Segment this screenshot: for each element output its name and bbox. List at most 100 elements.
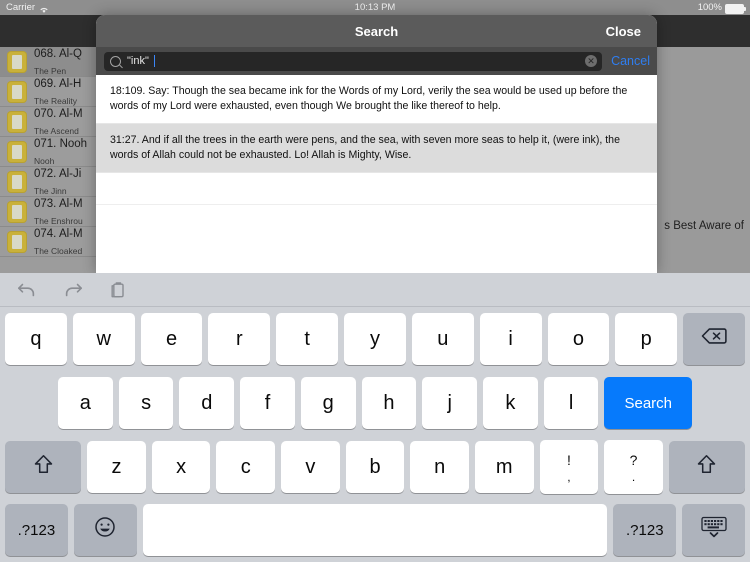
backspace-icon [701, 327, 727, 351]
key-i[interactable]: i [479, 313, 542, 365]
paste-icon[interactable] [108, 280, 130, 300]
book-icon [8, 141, 26, 162]
keyboard-row-1: q w e r t y u i o p [0, 307, 750, 371]
search-modal-header: Search Close [96, 15, 657, 47]
shift-key-right[interactable] [668, 441, 746, 493]
key-l[interactable]: l [543, 377, 599, 429]
key-question-label: ? [629, 452, 638, 468]
close-button[interactable]: Close [606, 24, 641, 39]
list-item-title: 070. Al-M [34, 107, 83, 120]
key-r[interactable]: r [208, 313, 271, 365]
list-item-subtitle: The Cloaked [34, 245, 83, 256]
list-item-title: 068. Al-Q [34, 47, 82, 60]
key-z[interactable]: z [87, 441, 146, 493]
emoji-key[interactable] [73, 504, 137, 556]
key-e[interactable]: e [140, 313, 203, 365]
key-period-label: . [631, 470, 636, 484]
key-v[interactable]: v [281, 441, 340, 493]
status-bar-time: 10:13 PM [354, 2, 396, 13]
key-m[interactable]: m [474, 441, 534, 493]
key-w[interactable]: w [72, 313, 135, 365]
shift-icon [34, 454, 53, 481]
list-item-text: 068. Al-Q The Pen [34, 45, 82, 79]
status-bar-right: 100% [697, 0, 746, 15]
key-question-period[interactable]: ? . [604, 440, 663, 494]
space-key[interactable] [142, 504, 608, 556]
battery-full-icon [725, 3, 746, 14]
shift-icon [697, 454, 716, 481]
list-item-text: 072. Al-Ji The Jinn [34, 165, 81, 199]
key-j[interactable]: j [422, 377, 478, 429]
book-icon [8, 201, 26, 222]
search-input-value: "ink" [127, 55, 149, 67]
list-item-title: 071. Nooh [34, 137, 88, 150]
undo-icon[interactable] [16, 280, 38, 300]
key-q[interactable]: q [5, 313, 67, 365]
backspace-key[interactable] [683, 313, 745, 365]
book-icon [8, 81, 26, 102]
book-icon [8, 171, 26, 192]
list-item-title: 072. Al-Ji [34, 167, 82, 180]
key-exclamation-comma[interactable]: ! , [539, 440, 599, 494]
key-h[interactable]: h [361, 377, 417, 429]
battery-percent-label: 100% [697, 2, 722, 13]
key-t[interactable]: t [276, 313, 339, 365]
screen: Carrier 10:13 PM 100% 068. Al-Q The Pen [0, 0, 750, 562]
book-icon [8, 51, 26, 72]
list-item-title: 069. Al-H [34, 77, 82, 90]
hide-keyboard-icon [700, 515, 728, 545]
keyboard-row-4: .?123 .?123 [0, 499, 750, 561]
modal-title: Search [354, 23, 399, 39]
list-item-text: 073. Al-M The Enshrou [34, 195, 83, 229]
key-d[interactable]: d [179, 377, 235, 429]
key-n[interactable]: n [410, 441, 469, 493]
list-item-text: 069. Al-H The Reality [34, 75, 81, 109]
key-exclamation-label: ! [566, 452, 571, 468]
numeric-key-right[interactable]: .?123 [613, 504, 677, 556]
search-result-row-empty [96, 205, 657, 236]
search-key[interactable]: Search [604, 377, 693, 429]
clear-circle-icon[interactable]: ✕ [585, 55, 598, 67]
key-k[interactable]: k [483, 377, 538, 429]
redo-icon[interactable] [62, 280, 84, 300]
cancel-button[interactable]: Cancel [609, 54, 657, 68]
book-icon [8, 111, 26, 132]
search-input[interactable]: "ink" ✕ [104, 51, 603, 71]
key-g[interactable]: g [300, 377, 356, 429]
onscreen-keyboard: q w e r t y u i o p a s d f g h j k l Se… [0, 273, 750, 562]
search-result-row[interactable]: 18:109. Say: Though the sea became ink f… [96, 75, 657, 125]
list-item-text: 070. Al-M The Ascend [34, 105, 83, 139]
emoji-icon [94, 516, 116, 544]
shift-key-left[interactable] [5, 441, 82, 493]
key-a[interactable]: a [58, 377, 113, 429]
key-p[interactable]: p [615, 313, 678, 365]
list-item-title: 074. Al-M [34, 227, 83, 240]
search-modal: Search Close "ink" ✕ Cancel 18:109. Say:… [96, 15, 657, 273]
key-s[interactable]: s [118, 377, 174, 429]
keyboard-toolbar [0, 273, 750, 307]
search-results-list[interactable]: 18:109. Say: Though the sea became ink f… [96, 75, 657, 273]
key-comma-label: , [567, 470, 571, 484]
status-bar: Carrier 10:13 PM 100% [0, 0, 750, 15]
keyboard-row-3: z x c v b n m ! , ? . [0, 435, 750, 499]
list-item-text: 071. Nooh Nooh [34, 135, 87, 169]
numeric-key-left[interactable]: .?123 [5, 504, 68, 556]
background-verse-text: s Best Aware of [664, 220, 744, 232]
hide-keyboard-key[interactable] [682, 504, 746, 556]
search-bar: "ink" ✕ Cancel [96, 47, 657, 75]
list-item-title: 073. Al-M [34, 197, 83, 210]
keyboard-row-2: a s d f g h j k l Search [0, 371, 750, 435]
key-u[interactable]: u [411, 313, 474, 365]
key-y[interactable]: y [344, 313, 406, 365]
search-result-row[interactable]: 31:27. And if all the trees in the earth… [96, 124, 657, 174]
search-result-row-empty [96, 173, 657, 206]
search-icon [110, 55, 121, 67]
book-icon [8, 231, 26, 252]
key-b[interactable]: b [345, 441, 405, 493]
key-f[interactable]: f [240, 377, 295, 429]
text-caret [153, 55, 156, 67]
key-x[interactable]: x [151, 441, 211, 493]
key-o[interactable]: o [547, 313, 610, 365]
key-c[interactable]: c [216, 441, 276, 493]
list-item-text: 074. Al-M The Cloaked [34, 225, 83, 259]
